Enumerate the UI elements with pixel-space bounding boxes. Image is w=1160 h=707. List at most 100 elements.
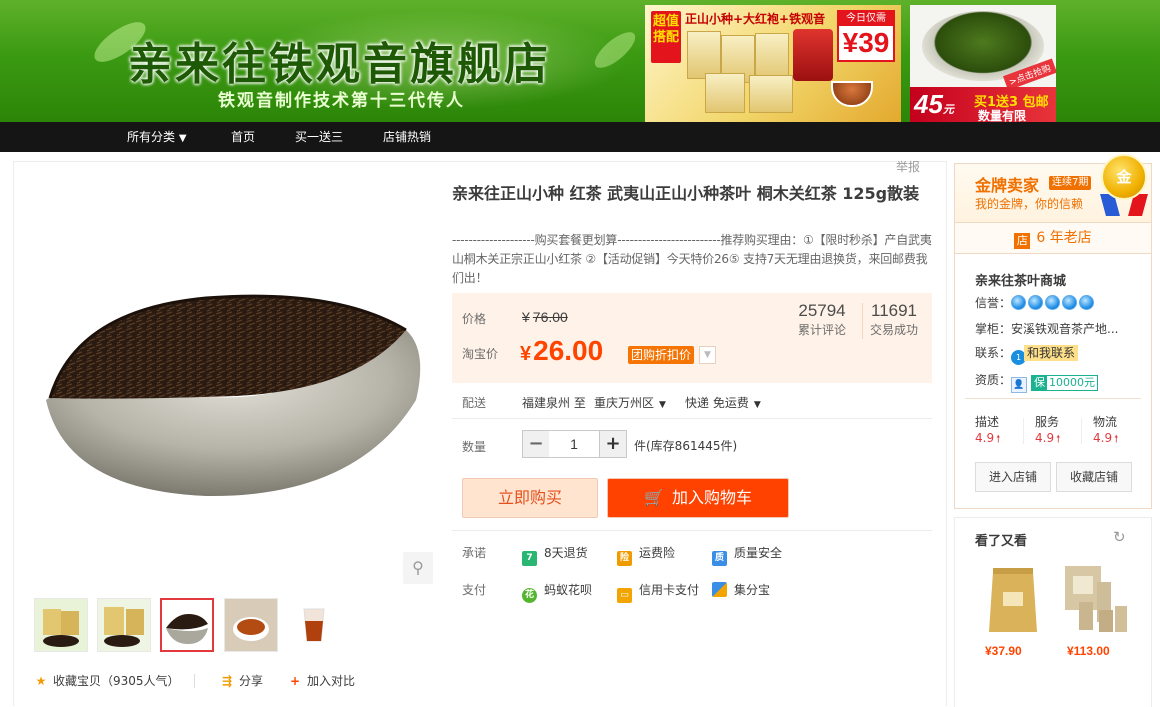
thumbnail[interactable] (224, 598, 278, 652)
dsr-value: 4.9 (1093, 431, 1113, 445)
chevron-down-icon[interactable]: ▼ (699, 346, 716, 364)
currency-symbol: ¥ (520, 343, 532, 365)
refresh-icon[interactable]: ↻ (1113, 528, 1126, 546)
promo-price-value: 45 (914, 89, 943, 119)
dsr-description[interactable]: 描述 4.9 🠕 (975, 414, 1000, 448)
sales-count-stat[interactable]: 11691 交易成功 (870, 301, 918, 339)
compare-label: 加入对比 (307, 674, 356, 688)
thumbnail[interactable] (34, 598, 88, 652)
nav-all-categories[interactable]: 所有分类 ▼ (127, 122, 187, 154)
keeper-name-link[interactable]: 安溪铁观音茶产地... (1011, 322, 1118, 336)
shop-icon: 店 (1014, 233, 1031, 249)
dsr-service[interactable]: 服务 4.9 🠕 (1035, 414, 1060, 448)
stock-text: 件(库存861445件) (634, 439, 738, 453)
ship-to-selector[interactable]: 重庆万州区 ▼ (594, 394, 666, 411)
payment-text: 集分宝 (734, 583, 771, 597)
share-link[interactable]: ⇶ 分享 (220, 672, 263, 689)
gold-medal-icon: 金 (1101, 154, 1147, 200)
original-price-label: 价格 (462, 312, 487, 326)
zoom-button[interactable]: ⚲ (403, 552, 433, 584)
keeper-row: 掌柜：安溪铁观音茶产地... (975, 320, 1118, 337)
contact-label: 联系： (975, 346, 1012, 360)
arrow-up-icon: 🠕 (1056, 434, 1061, 445)
tea-cup-image (831, 81, 873, 107)
promise-quality-safety[interactable]: 质质量安全 (712, 544, 782, 566)
promo-combo-text: 正山小种+大红袍+铁观音 (685, 12, 826, 26)
divider (452, 530, 932, 531)
quantity-increment-button[interactable]: + (599, 430, 627, 458)
review-count-stat[interactable]: 25794 累计评论 (798, 301, 846, 339)
product-description: --------------------购买套餐更划算-------------… (452, 233, 932, 285)
recommended-product-image[interactable] (985, 562, 1041, 638)
add-to-cart-label: 加入购物车 (671, 488, 752, 507)
report-link[interactable]: 举报 (896, 158, 920, 175)
cart-icon: 🛒 (644, 488, 664, 507)
dsr-score: 4.9 🠕 (1035, 430, 1060, 448)
sales-count-label: 交易成功 (870, 323, 919, 337)
divider (452, 418, 932, 419)
deposit-icon: 保 (1032, 376, 1048, 390)
ship-method-selector[interactable]: 快递 免运费 ▼ (685, 394, 761, 411)
promise-text: 运费险 (639, 546, 676, 560)
jifenbao-icon (712, 582, 727, 597)
today-price-label: 今日仅需 (839, 12, 893, 26)
favorite-item-link[interactable]: ★ 收藏宝贝（9305人气） (34, 672, 180, 689)
tea-package-image (749, 75, 793, 113)
credit-label: 信誉： (975, 296, 1012, 310)
tea-package-image (687, 31, 721, 79)
thumbnail-selected[interactable] (160, 598, 214, 652)
dsr-value: 4.9 (1035, 431, 1055, 445)
buy-now-button[interactable]: 立即购买 (462, 478, 598, 518)
nav-label: 所有分类 (127, 130, 176, 144)
deposit-badge[interactable]: 保 10000元 (1031, 375, 1099, 391)
review-count-label: 累计评论 (798, 323, 847, 337)
diamond-icon (1011, 295, 1027, 310)
star-icon: ★ (35, 674, 47, 688)
recommended-price: ¥37.90 (985, 644, 1022, 658)
ship-to: 重庆万州区 (594, 396, 655, 410)
promise-text: 8天退货 (544, 546, 588, 560)
promo-banner-combo[interactable]: 超值搭配 正山小种+大红袍+铁观音 今日仅需 ¥39 (645, 5, 901, 122)
today-price-tag: 今日仅需 ¥39 (837, 10, 895, 62)
tea-bag-image (793, 29, 833, 81)
credit-card-icon: ▭ (617, 588, 632, 603)
thumbnail[interactable] (97, 598, 151, 652)
price-panel: 价格 ¥76.00 淘宝价 ¥26.00 团购折扣价 ▼ 25794 累计评论 … (452, 293, 932, 383)
contact-seller-button[interactable]: 1 和我联系 (1011, 345, 1079, 365)
id-verified-icon[interactable]: 👤 (1011, 377, 1028, 393)
nav-hot-sales[interactable]: 店铺热销 (383, 122, 431, 152)
caret-down-icon: ▼ (659, 400, 666, 410)
ship-method: 快递 免运费 (685, 396, 749, 410)
promo-price: 45元 (914, 89, 954, 120)
payment-huabei[interactable]: 花蚂蚁花呗 (522, 581, 592, 603)
compare-link[interactable]: + 加入对比 (288, 672, 355, 689)
shop-name-link[interactable]: 亲来往茶叶商城 (975, 270, 1066, 289)
ship-from: 福建泉州 至 (522, 396, 586, 410)
payment-credit-card[interactable]: ▭ 信用卡支付 (617, 581, 699, 603)
payment-jifenbao[interactable]: 集分宝 (712, 581, 770, 598)
promo-price-value: 26.00 (533, 335, 604, 366)
nav-buy-one-get-three[interactable]: 买一送三 (295, 122, 343, 152)
nav-home[interactable]: 首页 (231, 122, 255, 152)
dsr-logistics[interactable]: 物流 4.9 🠕 (1093, 414, 1118, 448)
quantity-input[interactable] (549, 430, 599, 458)
add-to-cart-button[interactable]: 🛒 加入购物车 (607, 478, 789, 518)
shop-age: 店 6 年老店 (955, 222, 1151, 254)
also-viewed-title: 看了又看 (975, 534, 1028, 549)
promise-freight-insurance[interactable]: 险运费险 (617, 544, 675, 566)
thumbnail-image (162, 600, 212, 650)
recommended-product-image[interactable] (1059, 562, 1131, 638)
thumbnail[interactable] (287, 598, 341, 652)
promo-banner-buy1get3[interactable]: >点击抢购 45元 买1送3 包邮 数量有限 (910, 5, 1056, 122)
divider (965, 398, 1141, 399)
favorite-shop-button[interactable]: 收藏店铺 (1056, 462, 1132, 492)
promise-seven-day-return[interactable]: 7 8天退货 (522, 544, 588, 566)
divider (1081, 418, 1082, 444)
product-main-image[interactable] (36, 270, 436, 510)
promo-price-unit: 元 (942, 104, 954, 116)
store-banner[interactable]: 亲来往铁观音旗舰店 铁观音制作技术第十三代传人 超值搭配 正山小种+大红袍+铁观… (0, 0, 1160, 122)
quantity-decrement-button[interactable]: − (522, 430, 550, 458)
enter-shop-button[interactable]: 进入店铺 (975, 462, 1051, 492)
contact-row: 联系： 1 和我联系 (975, 344, 1079, 365)
caret-down-icon: ▼ (178, 133, 187, 144)
